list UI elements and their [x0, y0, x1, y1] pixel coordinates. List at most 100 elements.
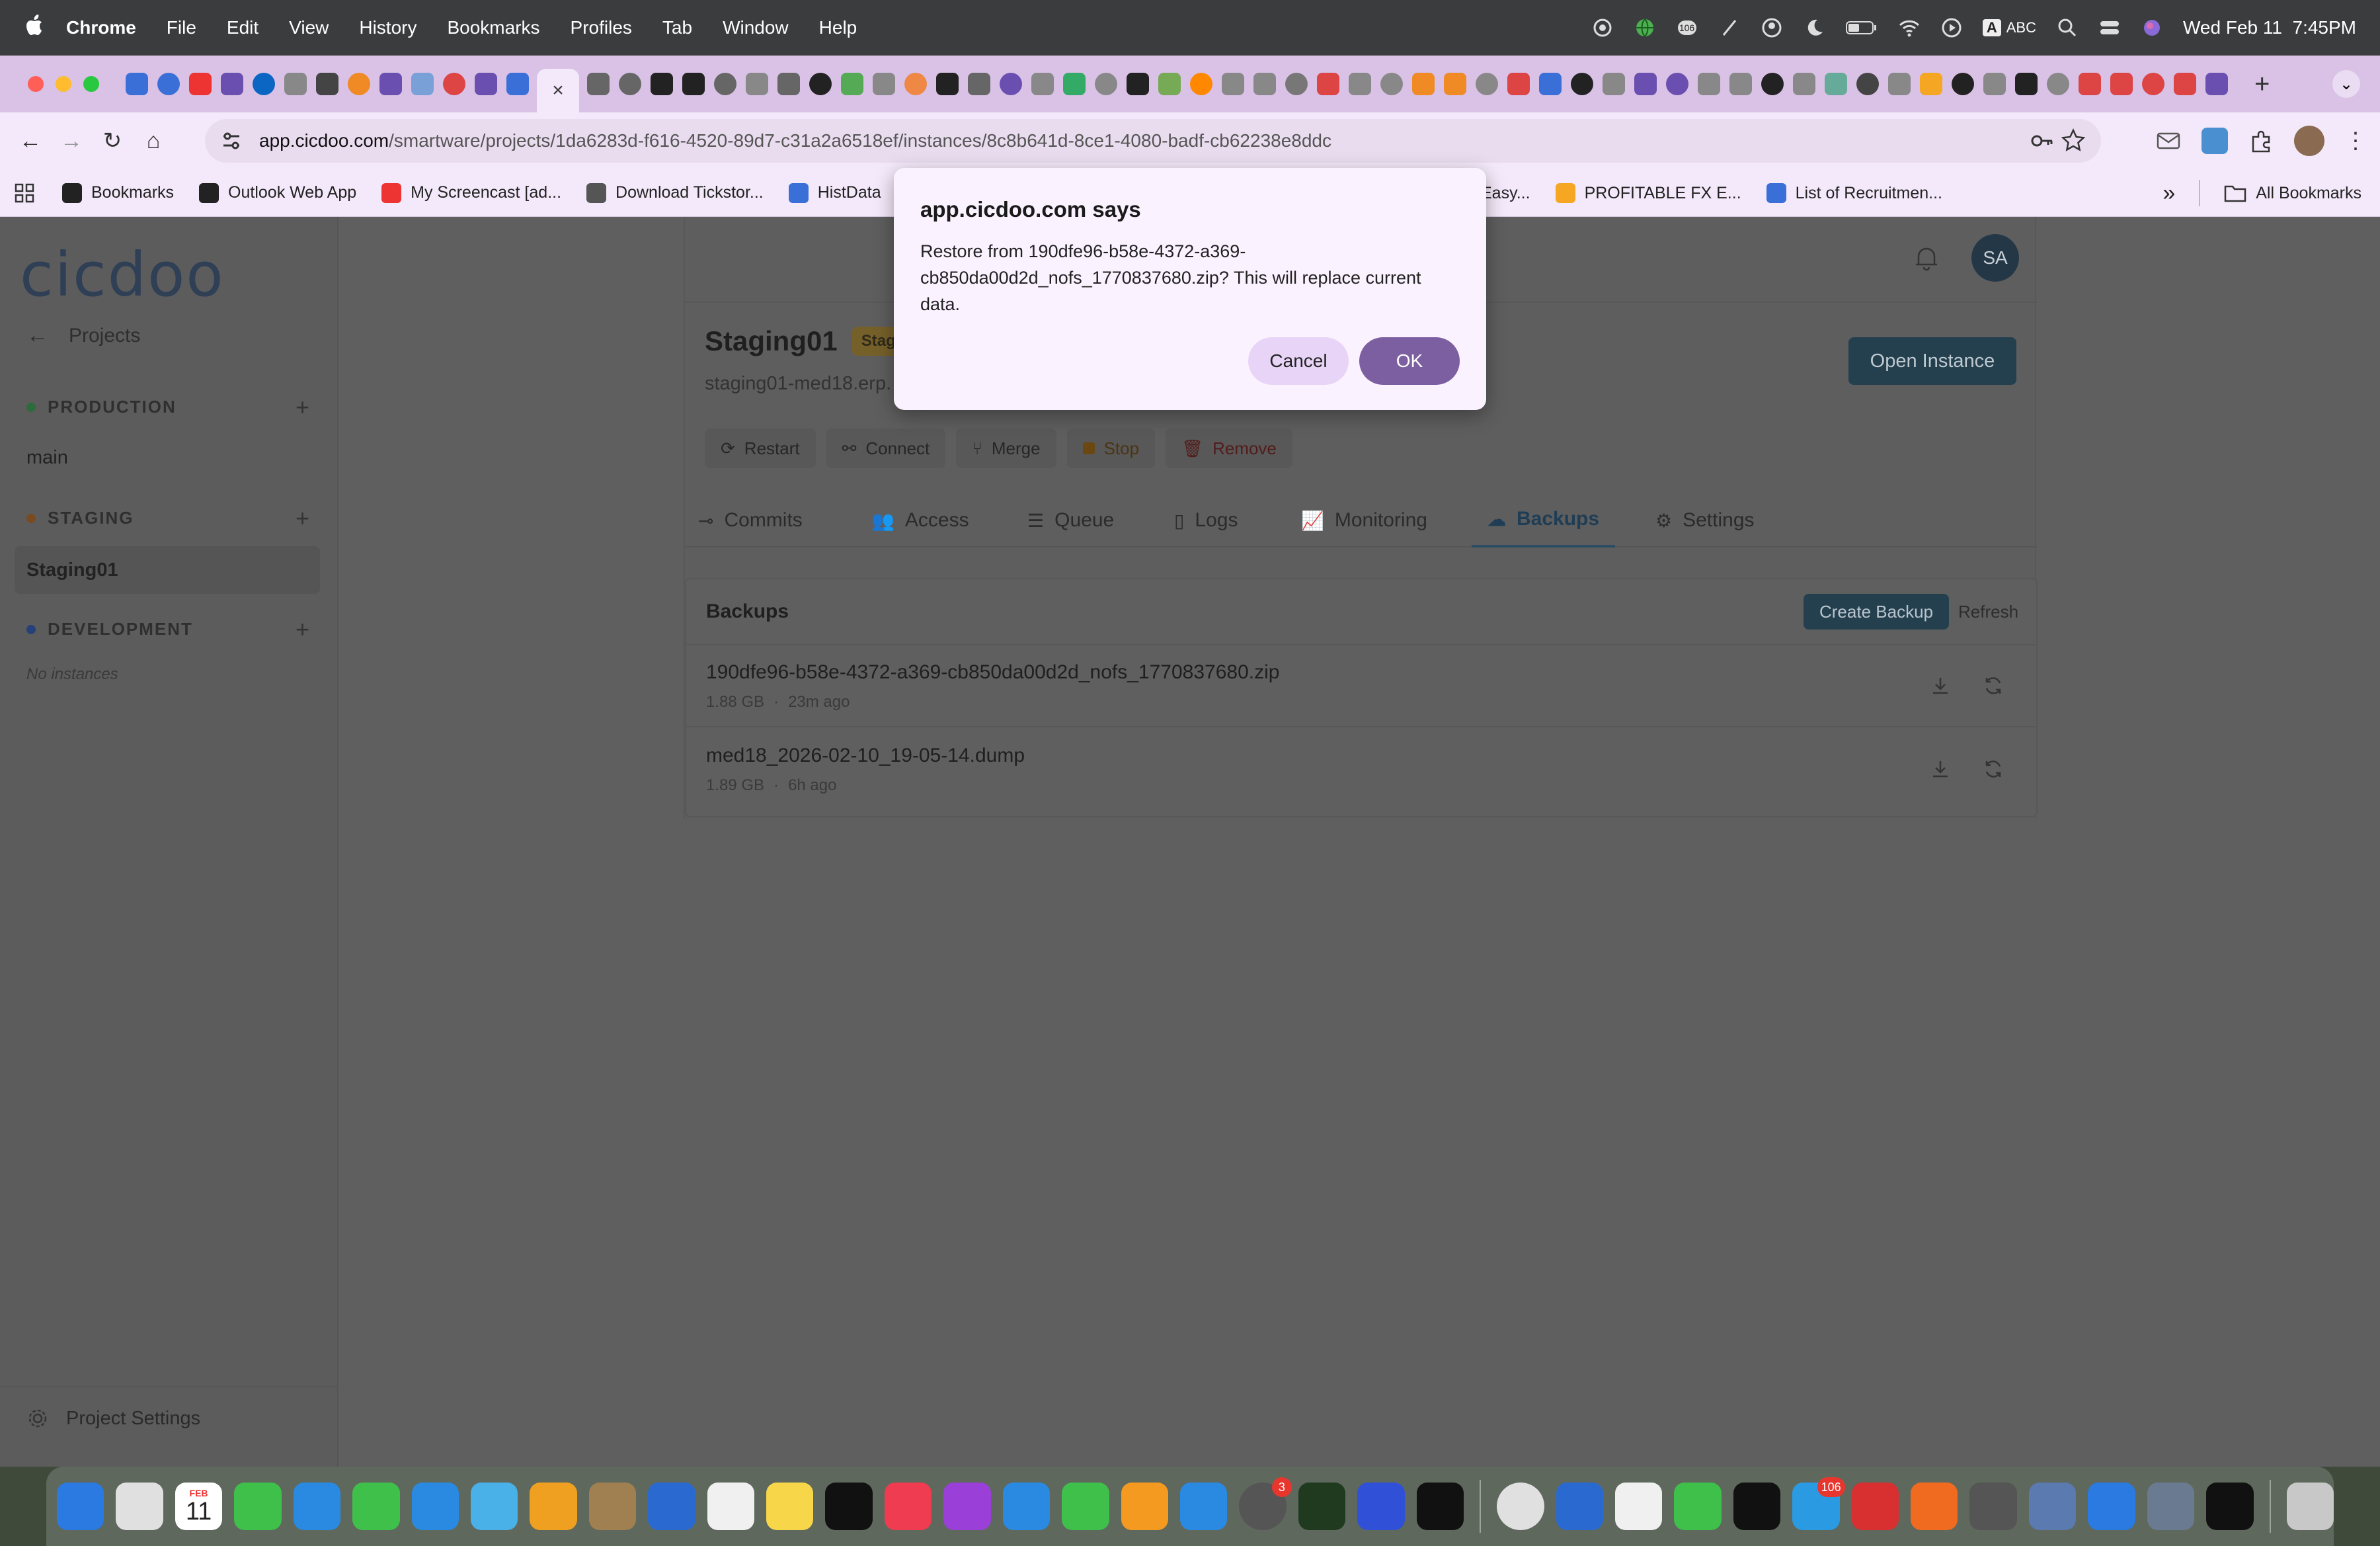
- trash-app-icon[interactable]: [2286, 1483, 2334, 1530]
- tab-favicon-icon[interactable]: [746, 73, 768, 95]
- pen-icon[interactable]: [1718, 17, 1741, 39]
- menu-view[interactable]: View: [289, 17, 329, 38]
- tab-favicon-icon[interactable]: [1888, 73, 1911, 95]
- tab-favicon-icon[interactable]: [1666, 73, 1688, 95]
- home-icon[interactable]: ⌂: [140, 128, 167, 154]
- input-source-icon[interactable]: A ABC: [1982, 19, 2036, 36]
- control-center-icon[interactable]: [2098, 17, 2121, 39]
- cancel-button[interactable]: Cancel: [1248, 337, 1349, 385]
- address-bar[interactable]: app.cicdoo.com/smartware/projects/1da628…: [205, 119, 2101, 163]
- dock-app-icon[interactable]: [411, 1483, 459, 1530]
- tab-favicon-icon[interactable]: [189, 73, 212, 95]
- zoom-window-icon[interactable]: [83, 76, 99, 92]
- dock-app-icon[interactable]: [1851, 1483, 1899, 1530]
- restore-icon[interactable]: [1982, 674, 2004, 697]
- dock-app-icon[interactable]: [588, 1483, 637, 1530]
- dock-app-icon[interactable]: [234, 1483, 282, 1530]
- sidebar-item-staging01[interactable]: Staging01: [15, 546, 320, 594]
- tab-favicon-icon[interactable]: [1127, 73, 1149, 95]
- connect-button[interactable]: ⚯ Connect: [826, 428, 946, 468]
- dock-app-icon[interactable]: [2206, 1483, 2254, 1530]
- profile-avatar[interactable]: [2294, 126, 2324, 156]
- menu-tab[interactable]: Tab: [662, 17, 692, 38]
- tab-favicon-icon[interactable]: [1063, 73, 1086, 95]
- tab-favicon-icon[interactable]: [475, 73, 497, 95]
- forward-arrow-icon[interactable]: →: [58, 128, 85, 154]
- tab-favicon-icon[interactable]: [1571, 73, 1593, 95]
- dock-app-icon[interactable]: [116, 1483, 163, 1530]
- mic-extension-icon[interactable]: [2202, 128, 2228, 154]
- user-avatar[interactable]: SA: [1971, 234, 2019, 282]
- dock-app-icon[interactable]: [1357, 1483, 1405, 1530]
- add-development-instance-button[interactable]: +: [296, 616, 311, 643]
- dock-app-icon[interactable]: [825, 1483, 873, 1530]
- site-info-icon[interactable]: [218, 128, 245, 154]
- tab-favicon-icon[interactable]: [379, 73, 402, 95]
- tab-favicon-icon[interactable]: [841, 73, 863, 95]
- minimize-window-icon[interactable]: [56, 76, 71, 92]
- active-tab[interactable]: ×: [537, 69, 579, 112]
- chrome-menu-icon[interactable]: ⋮: [2344, 128, 2367, 154]
- dock-app-icon[interactable]: [2147, 1483, 2195, 1530]
- battery-icon[interactable]: [1845, 17, 1878, 39]
- tab-favicon-icon[interactable]: [1507, 73, 1530, 95]
- tab-logs[interactable]: ▯ Logs: [1174, 493, 1238, 548]
- menu-edit[interactable]: Edit: [227, 17, 258, 38]
- dock-app-icon[interactable]: [1180, 1483, 1228, 1530]
- tab-favicon-icon[interactable]: [411, 73, 434, 95]
- password-key-icon[interactable]: [2028, 128, 2055, 154]
- cicdoo-logo[interactable]: cicdoo: [20, 239, 225, 310]
- tab-commits[interactable]: ⊸ Commits: [698, 493, 803, 548]
- dock-app-icon[interactable]: [2088, 1483, 2135, 1530]
- tab-favicon-icon[interactable]: [1349, 73, 1371, 95]
- create-backup-button[interactable]: Create Backup: [1804, 594, 1949, 630]
- new-tab-button[interactable]: +: [2254, 69, 2270, 99]
- tab-favicon-icon[interactable]: [1158, 73, 1181, 95]
- tab-favicon-icon[interactable]: [1444, 73, 1466, 95]
- back-arrow-icon[interactable]: ←: [17, 128, 44, 154]
- tab-favicon-icon[interactable]: [1539, 73, 1562, 95]
- dock-app-icon[interactable]: [1497, 1483, 1544, 1530]
- dock-app-icon[interactable]: [766, 1483, 814, 1530]
- tab-favicon-icon[interactable]: [1095, 73, 1117, 95]
- dock-app-icon[interactable]: [1614, 1483, 1663, 1530]
- all-bookmarks-folder[interactable]: All Bookmarks: [2224, 183, 2361, 203]
- tab-favicon-icon[interactable]: [253, 73, 275, 95]
- calendar-app-icon[interactable]: FEB 11: [175, 1483, 223, 1530]
- dock-app-icon[interactable]: [1556, 1483, 1603, 1530]
- tab-favicon-icon[interactable]: [1983, 73, 2006, 95]
- bookmark-item[interactable]: PROFITABLE FX E...: [1555, 183, 1741, 203]
- tab-favicon-icon[interactable]: [809, 73, 832, 95]
- tab-favicon-icon[interactable]: [1285, 73, 1308, 95]
- tab-favicon-icon[interactable]: [1634, 73, 1657, 95]
- tab-favicon-icon[interactable]: [714, 73, 736, 95]
- tab-favicon-icon[interactable]: [1380, 73, 1403, 95]
- sidebar-item-main[interactable]: main: [26, 447, 68, 469]
- menu-file[interactable]: File: [167, 17, 196, 38]
- dock-app-icon[interactable]: [1002, 1483, 1051, 1530]
- download-icon[interactable]: [1929, 758, 1952, 780]
- tab-favicon-icon[interactable]: [1000, 73, 1022, 95]
- tab-favicon-icon[interactable]: [1253, 73, 1276, 95]
- dock-app-icon[interactable]: [1121, 1483, 1169, 1530]
- telegram-app-icon[interactable]: 106: [1792, 1477, 1845, 1530]
- bookmark-item[interactable]: Bookmarks: [62, 183, 174, 203]
- tab-favicon-icon[interactable]: [2142, 73, 2164, 95]
- dock-app-icon[interactable]: [1969, 1483, 2017, 1530]
- extensions-puzzle-icon[interactable]: [2248, 128, 2274, 154]
- tab-favicon-icon[interactable]: [1793, 73, 1815, 95]
- tab-search-chevron-icon[interactable]: ⌄: [2332, 70, 2360, 98]
- tab-favicon-icon[interactable]: [587, 73, 610, 95]
- stop-button[interactable]: Stop: [1066, 428, 1156, 468]
- tab-favicon-icon[interactable]: [221, 73, 243, 95]
- tab-favicon-icon[interactable]: [1761, 73, 1784, 95]
- refresh-button[interactable]: Refresh: [1958, 594, 2018, 630]
- tab-favicon-icon[interactable]: [284, 73, 307, 95]
- add-production-instance-button[interactable]: +: [296, 393, 311, 421]
- tab-queue[interactable]: ☰ Queue: [1027, 493, 1114, 548]
- bookmark-item[interactable]: Outlook Web App: [199, 183, 356, 203]
- menu-clock[interactable]: Wed Feb 11 7:45PM: [2183, 17, 2356, 38]
- project-settings-link[interactable]: Project Settings: [26, 1407, 200, 1430]
- tab-favicon-icon[interactable]: [1190, 73, 1212, 95]
- tab-backups[interactable]: ☁ Backups: [1472, 493, 1616, 548]
